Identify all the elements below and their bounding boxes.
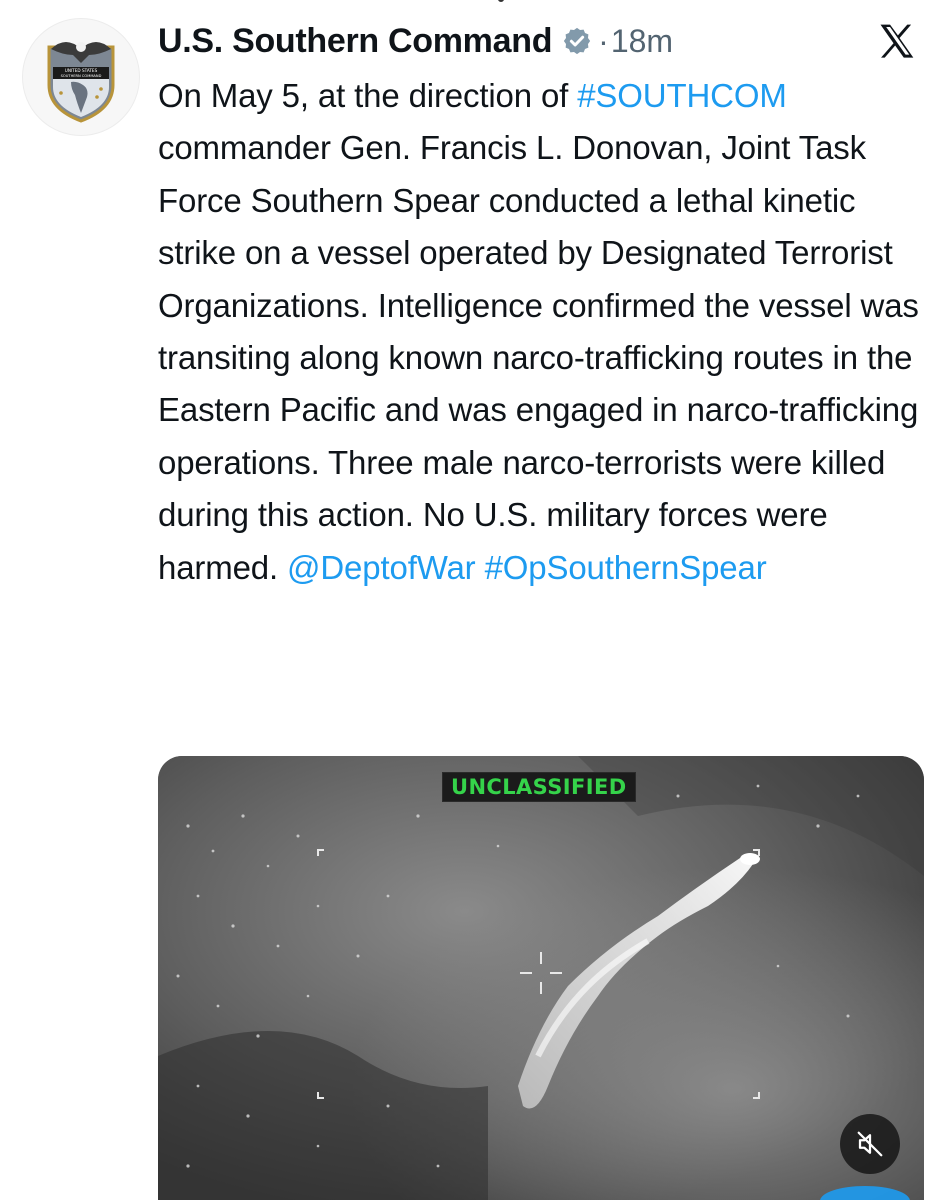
mention-link-deptofwar[interactable]: @DeptofWar	[287, 549, 476, 586]
avatar[interactable]: UNITED STATES SOUTHERN COMMAND	[22, 18, 140, 136]
separator: ·	[598, 22, 609, 59]
seal-text-1: UNITED STATES	[65, 68, 98, 73]
tweet-view: UNITED STATES SOUTHERN COMMAND U.S. Sout…	[0, 0, 945, 1200]
hashtag-link-southcom[interactable]: #SOUTHCOM	[577, 77, 787, 114]
tweet-header: U.S. Southern Command · 18m	[158, 14, 673, 68]
video-player[interactable]	[158, 756, 924, 1200]
video-frame	[158, 756, 924, 1200]
author-name[interactable]: U.S. Southern Command	[158, 22, 552, 61]
hashtag-link-opsouthernspear[interactable]: #OpSouthernSpear	[485, 549, 767, 586]
scroll-indicator	[498, 0, 504, 2]
classification-label: UNCLASSIFIED	[442, 772, 636, 802]
tweet-text-segment: On May 5, at the direction of	[158, 77, 578, 114]
tweet-text-segment: commander Gen. Francis L. Donovan, Joint…	[158, 129, 919, 586]
tweet-text: On May 5, at the direction of #SOUTHCOM …	[158, 70, 928, 594]
verified-badge-icon[interactable]	[562, 26, 592, 56]
seal-text-2: SOUTHERN COMMAND	[61, 74, 102, 78]
tweet-text-segment	[476, 549, 485, 586]
speaker-muted-icon	[857, 1131, 883, 1157]
x-logo-icon[interactable]	[875, 20, 919, 64]
timestamp[interactable]: 18m	[611, 23, 673, 60]
southcom-seal-icon: UNITED STATES SOUTHERN COMMAND	[47, 42, 115, 123]
mute-button[interactable]	[840, 1114, 900, 1174]
